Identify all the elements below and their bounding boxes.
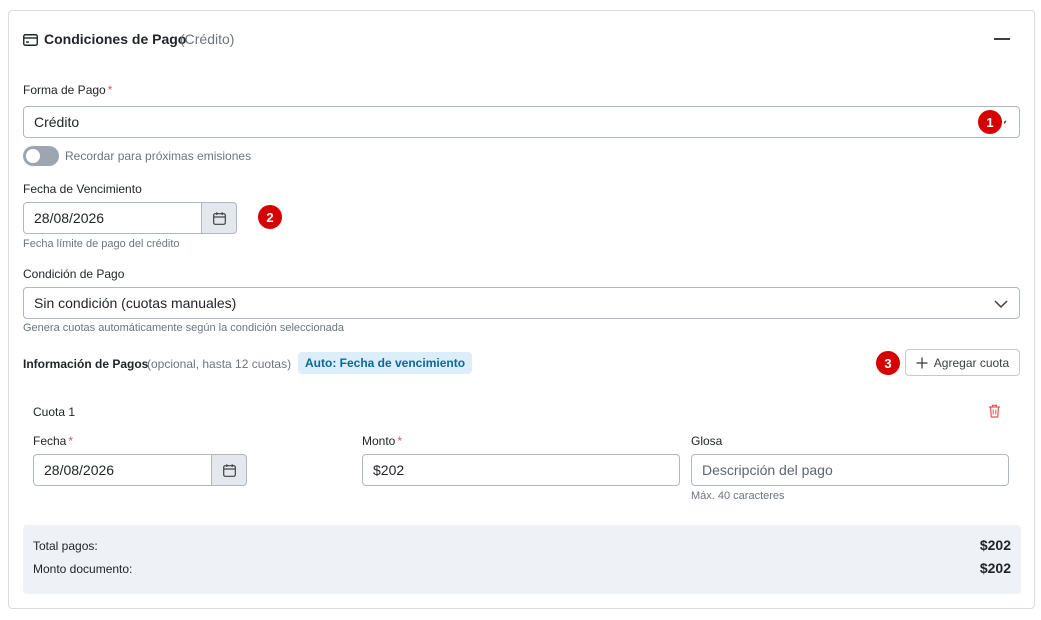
toggle-knob [26, 149, 40, 163]
vencimiento-date-group: 28/08/2026 [23, 202, 237, 234]
cuota-glosa-label: Glosa [691, 434, 723, 448]
vencimiento-help: Fecha límite de pago del crédito [23, 238, 180, 250]
required-mark: * [107, 83, 113, 97]
forma-pago-label-text: Forma de Pago [23, 83, 106, 97]
total-pagos-value: $202 [979, 537, 1011, 553]
cuota-fecha-label-text: Fecha [33, 434, 67, 448]
condicion-help: Genera cuotas automáticamente según la c… [23, 322, 345, 334]
condicion-label: Condición de Pago [23, 267, 125, 281]
calendar-button[interactable] [201, 202, 237, 234]
remember-label: Recordar para próximas emisiones [65, 149, 252, 163]
trash-icon[interactable] [988, 404, 1001, 418]
auto-badge: Auto: Fecha de vencimiento [298, 352, 473, 374]
cuota-monto-input[interactable]: $202 [362, 454, 680, 486]
totals-panel: Total pagos: $202 Monto documento: $202 [23, 525, 1021, 594]
calendar-icon [212, 211, 226, 225]
plus-icon [916, 357, 928, 368]
pagos-title: Información de Pagos [23, 357, 149, 371]
cuota-glosa-input[interactable]: Descripción del pago [691, 454, 1009, 486]
cuota-glosa-help: Máx. 40 caracteres [691, 490, 785, 502]
section-title: Condiciones de Pago [44, 31, 187, 47]
credit-card-icon [23, 34, 38, 46]
add-installment-label: Agregar cuota [933, 355, 1010, 370]
cuota-fecha-input[interactable]: 28/08/2026 [33, 454, 211, 486]
forma-pago-value: Crédito [34, 114, 80, 130]
step-marker-2: 2 [258, 205, 282, 229]
cuota-title: Cuota 1 [33, 405, 76, 419]
section-subtitle: (Crédito) [180, 31, 235, 47]
calendar-button[interactable] [211, 454, 247, 486]
required-mark: * [397, 434, 403, 448]
forma-pago-label: Forma de Pago * [23, 83, 112, 97]
payment-conditions-card: Condiciones de Pago (Crédito) Forma de P… [8, 10, 1035, 609]
collapse-icon[interactable] [994, 38, 1010, 40]
vencimiento-label: Fecha de Vencimiento [23, 182, 142, 196]
remember-toggle[interactable] [23, 146, 59, 166]
pagos-subtitle: (opcional, hasta 12 cuotas) [147, 357, 292, 371]
add-installment-button[interactable]: Agregar cuota [905, 349, 1020, 376]
cuota-fecha-group: 28/08/2026 [33, 454, 247, 486]
chevron-down-icon [994, 300, 1008, 309]
monto-documento-value: $202 [979, 560, 1011, 576]
required-mark: * [68, 434, 74, 448]
forma-pago-select[interactable]: Crédito [23, 106, 1020, 138]
calendar-icon [222, 463, 236, 477]
cuota-monto-label-text: Monto [362, 434, 396, 448]
cuota-monto-label: Monto * [362, 434, 402, 448]
total-pagos-label: Total pagos: [33, 539, 98, 553]
condicion-select[interactable]: Sin condición (cuotas manuales) [23, 287, 1020, 319]
step-marker-1: 1 [978, 110, 1002, 134]
condicion-value: Sin condición (cuotas manuales) [34, 295, 237, 311]
vencimiento-date-input[interactable]: 28/08/2026 [23, 202, 201, 234]
cuota-fecha-label: Fecha * [33, 434, 73, 448]
step-marker-3: 3 [876, 351, 900, 375]
monto-documento-label: Monto documento: [33, 562, 133, 576]
